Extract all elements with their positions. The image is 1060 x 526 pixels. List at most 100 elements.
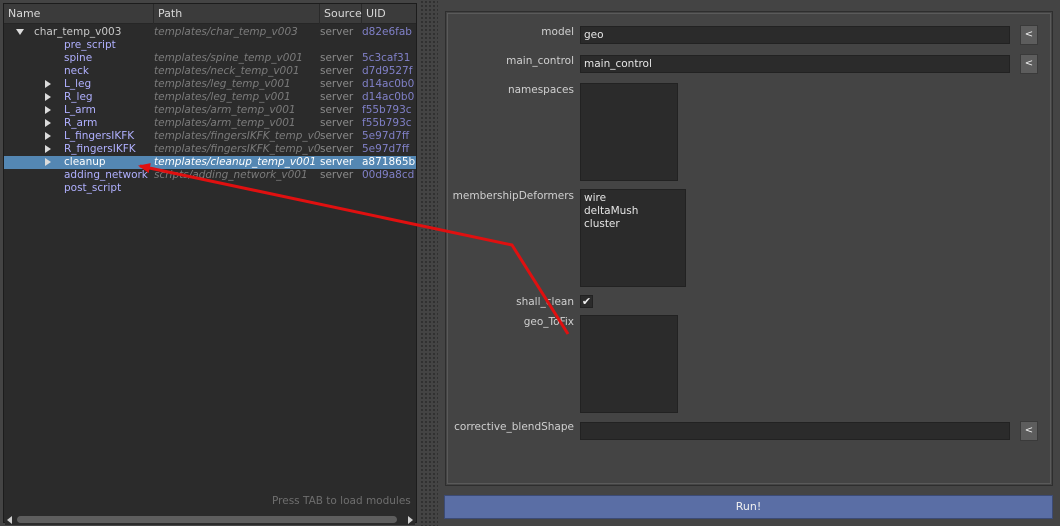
row-source: server: [320, 78, 354, 90]
row-source: server: [320, 130, 354, 142]
row-uid: [362, 182, 416, 195]
tree-rows: char_temp_v003 templates/char_temp_v003 se…: [4, 26, 416, 195]
tree-header: Name Path Source UID: [4, 4, 416, 24]
tree-row[interactable]: R_fingersIKFK templates/fingersIKFK_temp_…: [4, 143, 416, 156]
collapse-arrow-icon[interactable]: [45, 145, 51, 153]
geo-to-fix-list[interactable]: [580, 315, 678, 413]
scrollbar-thumb[interactable]: [17, 516, 397, 523]
pane-splitter[interactable]: [420, 0, 438, 526]
list-item[interactable]: deltaMush: [584, 205, 682, 218]
row-uid: 5e97d7ff: [362, 143, 410, 155]
row-path: templates/arm_temp_v001: [154, 104, 296, 116]
row-source: server: [320, 104, 354, 116]
row-uid: a871865b: [362, 156, 416, 168]
module-tree-pane: Name Path Source UID char_temp_v003 templ…: [0, 0, 420, 526]
model-label: model: [541, 26, 574, 38]
run-button[interactable]: Run!: [444, 495, 1053, 519]
app-window: Name Path Source UID char_temp_v003 templ…: [0, 0, 1060, 526]
row-path: templates/fingersIKFK_temp_v001: [154, 143, 320, 155]
row-uid: 00d9a8cd: [362, 169, 415, 181]
row-source: server: [320, 143, 354, 155]
corrective-blendshape-pick-button[interactable]: <: [1020, 421, 1038, 441]
row-name: spine: [64, 52, 93, 64]
tree-row[interactable]: R_arm templates/arm_temp_v001 server f55b79…: [4, 117, 416, 130]
row-uid: f55b793c: [362, 117, 412, 129]
tree-row[interactable]: char_temp_v003 templates/char_temp_v003 se…: [4, 26, 416, 39]
row-source: server: [320, 26, 354, 38]
row-source: server: [320, 65, 354, 77]
row-source: server: [320, 156, 354, 168]
tree-row[interactable]: spine templates/spine_temp_v001 server 5c3c…: [4, 52, 416, 65]
row-name: L_arm: [64, 104, 96, 116]
checkmark-icon: ✔: [581, 295, 592, 308]
column-header-source[interactable]: Source: [320, 4, 362, 24]
collapse-arrow-icon[interactable]: [45, 106, 51, 114]
collapse-arrow-icon[interactable]: [45, 132, 51, 140]
corrective-blendshape-field[interactable]: [580, 422, 1010, 440]
load-hint: Press TAB to load modules: [272, 495, 411, 507]
tree-row[interactable]: adding_network scripts/adding_network_v00…: [4, 169, 416, 182]
row-source: [320, 182, 362, 195]
row-path: templates/char_temp_v003: [154, 26, 298, 38]
row-path: [154, 182, 320, 195]
tree-row[interactable]: post_script: [4, 182, 416, 195]
column-header-uid[interactable]: UID: [362, 4, 416, 24]
corrective-blendshape-label: corrective_blendShape: [454, 421, 574, 433]
row-uid: d14ac0b0: [362, 91, 415, 103]
collapse-arrow-icon[interactable]: [45, 119, 51, 127]
column-header-path[interactable]: Path: [154, 4, 320, 24]
module-settings-pane: model geo < main_control main_control < …: [438, 0, 1060, 526]
column-header-name[interactable]: Name: [4, 4, 154, 24]
row-name: pre_script: [64, 39, 116, 51]
row-name: R_fingersIKFK: [64, 143, 136, 155]
list-item[interactable]: cluster: [584, 218, 682, 231]
row-path: scripts/adding_network_v001: [154, 169, 308, 181]
main-control-pick-button[interactable]: <: [1020, 54, 1038, 74]
row-uid: 5e97d7ff: [362, 130, 410, 142]
model-field[interactable]: geo: [580, 26, 1010, 44]
list-item[interactable]: wire: [584, 192, 682, 205]
row-name: R_leg: [64, 91, 93, 103]
shall-clean-checkbox[interactable]: ✔: [580, 295, 593, 308]
module-tree[interactable]: Name Path Source UID char_temp_v003 templ…: [3, 3, 417, 525]
geo-to-fix-label: geo_ToFix: [523, 316, 574, 328]
row-name: post_script: [64, 182, 122, 194]
row-name: adding_network: [64, 169, 148, 181]
row-source: server: [320, 117, 354, 129]
row-path: templates/spine_temp_v001: [154, 52, 303, 64]
tree-row[interactable]: neck templates/neck_temp_v001 server d7d952…: [4, 65, 416, 78]
row-path: templates/neck_temp_v001: [154, 65, 300, 77]
expand-arrow-icon[interactable]: [16, 29, 24, 35]
namespaces-list[interactable]: [580, 83, 678, 181]
collapse-arrow-icon[interactable]: [45, 80, 51, 88]
tree-row[interactable]: R_leg templates/leg_temp_v001 server d14ac0…: [4, 91, 416, 104]
row-path: templates/cleanup_temp_v001: [154, 156, 317, 168]
main-control-field[interactable]: main_control: [580, 55, 1010, 73]
row-source: server: [320, 169, 354, 181]
tree-row[interactable]: cleanup templates/cleanup_temp_v001 server…: [4, 156, 416, 169]
model-pick-button[interactable]: <: [1020, 25, 1038, 45]
tree-row[interactable]: L_leg templates/leg_temp_v001 server d14ac0…: [4, 78, 416, 91]
main-control-label: main_control: [506, 55, 574, 67]
tree-row[interactable]: pre_script: [4, 39, 416, 52]
shall-clean-label: shall_clean: [516, 296, 574, 308]
row-uid: d14ac0b0: [362, 78, 415, 90]
tree-row[interactable]: L_arm templates/arm_temp_v001 server f55b79…: [4, 104, 416, 117]
row-uid: d7d9527f: [362, 65, 413, 77]
row-uid: d82e6fab: [362, 26, 412, 38]
tree-row[interactable]: L_fingersIKFK templates/fingersIKFK_temp_…: [4, 130, 416, 143]
row-path: templates/fingersIKFK_temp_v001: [154, 130, 320, 142]
scroll-right-icon[interactable]: [408, 516, 413, 524]
membership-deformers-list[interactable]: wire deltaMush cluster: [580, 189, 686, 287]
row-source: [320, 39, 362, 52]
row-uid: [362, 39, 416, 52]
collapse-arrow-icon[interactable]: [45, 93, 51, 101]
collapse-arrow-icon[interactable]: [45, 158, 51, 166]
row-source: server: [320, 52, 354, 64]
scroll-left-icon[interactable]: [7, 516, 12, 524]
row-name: neck: [64, 65, 89, 77]
row-uid: 5c3caf31: [362, 52, 411, 64]
namespaces-label: namespaces: [507, 84, 574, 96]
row-name: cleanup: [64, 156, 106, 168]
horizontal-scrollbar[interactable]: [5, 514, 415, 525]
